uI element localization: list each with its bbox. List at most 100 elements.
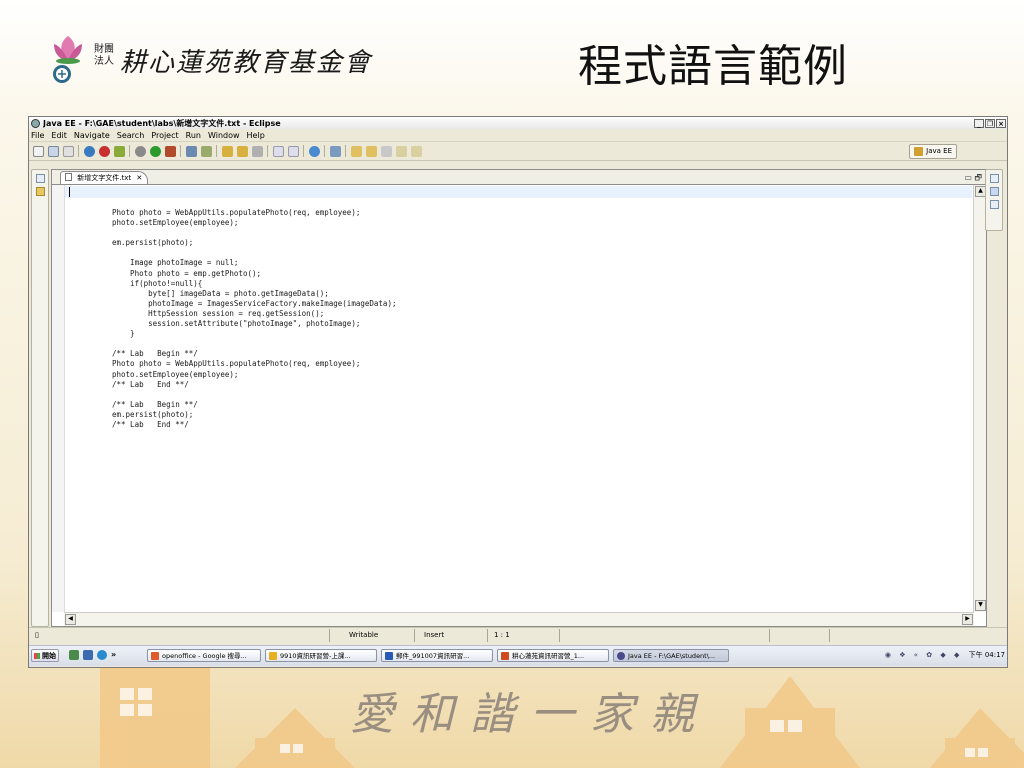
start-button[interactable]: 開始 <box>31 649 59 662</box>
motto-text: 愛和諧一家親 <box>350 689 710 740</box>
menu-help[interactable]: Help <box>247 131 265 140</box>
menu-file[interactable]: File <box>31 131 44 140</box>
menu-project[interactable]: Project <box>151 131 178 140</box>
print-icon[interactable] <box>63 145 74 157</box>
status-separator <box>829 629 830 642</box>
server-icon[interactable] <box>84 145 95 157</box>
deploy-icon[interactable] <box>114 145 125 157</box>
toggle-mark-icon[interactable] <box>273 145 284 157</box>
code-line: } <box>112 329 135 339</box>
next-annotation-icon[interactable] <box>351 145 362 157</box>
perspective-switcher[interactable]: Java EE <box>909 144 957 159</box>
outline-view-icon[interactable] <box>989 187 999 196</box>
status-separator <box>487 629 488 642</box>
task-list-icon[interactable] <box>989 200 999 209</box>
quicklaunch-ie-icon[interactable] <box>97 650 107 660</box>
taskbar-item-course-folder[interactable]: 9910資訊研習營-上課... <box>265 649 377 662</box>
slide-title: 程式語言範例 <box>578 41 848 92</box>
lotus-emblem-icon <box>53 36 82 83</box>
status-bar: ▯ Writable Insert 1 : 1 <box>29 627 1007 644</box>
code-line: Photo photo = emp.getPhoto(); <box>112 268 262 278</box>
eclipse-icon <box>31 118 40 128</box>
previous-annotation-icon[interactable] <box>366 145 377 157</box>
project-explorer-icon[interactable] <box>35 187 45 196</box>
status-cursor-position: 1 : 1 <box>494 631 510 639</box>
menu-navigate[interactable]: Navigate <box>74 131 110 140</box>
debug-server-icon[interactable] <box>99 145 110 157</box>
tray-icons[interactable]: ◉ ❖ « ✿ ◆ ◆ <box>885 651 962 659</box>
menu-window[interactable]: Window <box>208 131 240 140</box>
restore-view-icon[interactable] <box>989 174 999 183</box>
new-wizard-icon[interactable] <box>186 145 197 157</box>
eclipse-icon <box>617 652 625 660</box>
code-line: byte[] imageData = photo.getImageData(); <box>112 288 329 298</box>
code-line: /** Lab End **/ <box>112 419 189 429</box>
tab-new-text-file[interactable]: 新增文字文件.txt ✕ <box>60 171 148 184</box>
taskbar-item-google-search[interactable]: openoffice - Google 搜尋... <box>147 649 261 662</box>
window-title: Java EE - F:\GAE\student\labs\新增文字文件.txt… <box>43 118 281 128</box>
debug-icon[interactable] <box>135 145 146 157</box>
status-separator <box>329 629 330 642</box>
eclipse-window: Java EE - F:\GAE\student\labs\新增文字文件.txt… <box>28 116 1008 668</box>
menu-edit[interactable]: Edit <box>51 131 67 140</box>
external-tools-icon[interactable] <box>165 145 176 157</box>
tab-close-icon[interactable]: ✕ <box>136 174 142 182</box>
toolbar-separator <box>267 145 268 157</box>
toolbar-separator <box>78 145 79 157</box>
show-whitespace-icon[interactable] <box>288 145 299 157</box>
last-edit-icon[interactable] <box>381 145 392 157</box>
taskbar-item-label: Java EE - F:\GAE\student\... <box>628 652 716 660</box>
forward-icon[interactable] <box>411 145 422 157</box>
new-class-icon[interactable] <box>201 145 212 157</box>
tab-label: 新增文字文件.txt <box>77 174 132 182</box>
taskbar-item-word-document[interactable]: 郵件_991007資訊研習... <box>381 649 493 662</box>
search-icon[interactable] <box>252 145 263 157</box>
firefox-icon <box>151 652 159 660</box>
restore-button[interactable]: ❐ <box>985 118 995 128</box>
menu-search[interactable]: Search <box>117 131 144 140</box>
taskbar-item-eclipse[interactable]: Java EE - F:\GAE\student\... <box>613 649 729 662</box>
powerpoint-icon <box>501 652 509 660</box>
toolbar-separator <box>180 145 181 157</box>
editor-view-controls[interactable]: ▭ 🗗 <box>964 172 982 186</box>
code-line: em.persist(photo); <box>112 238 194 248</box>
logo-legal-label: 財團法人 <box>94 44 114 67</box>
menu-run[interactable]: Run <box>186 131 201 140</box>
scroll-left-icon[interactable]: ◀ <box>65 614 76 625</box>
horizontal-scrollbar[interactable]: ◀ ▶ <box>64 612 974 626</box>
code-line: Image photoImage = null; <box>112 258 239 268</box>
vertical-scrollbar[interactable]: ▲ ▼ <box>973 185 986 612</box>
status-indicator-icon[interactable]: ▯ <box>35 631 39 639</box>
open-resource-icon[interactable] <box>237 145 248 157</box>
code-line: photoImage = ImagesServiceFactory.makeIm… <box>112 298 397 308</box>
scroll-down-icon[interactable]: ▼ <box>975 600 986 611</box>
code-text-area[interactable]: Photo photo = WebAppUtils.populatePhoto(… <box>112 208 396 430</box>
new-file-icon[interactable] <box>33 145 44 157</box>
quicklaunch-more-icon[interactable]: » <box>111 650 121 660</box>
back-icon[interactable] <box>396 145 407 157</box>
taskbar-item-powerpoint[interactable]: 耕心蓮苑資訊研習營_1... <box>497 649 609 662</box>
code-line: Photo photo = WebAppUtils.populatePhoto(… <box>112 208 361 217</box>
minimize-button[interactable]: _ <box>974 118 984 128</box>
status-writable: Writable <box>349 631 379 639</box>
system-clock[interactable]: 下午 04:17 <box>969 651 1005 659</box>
toolbar-separator <box>324 145 325 157</box>
windows-taskbar: 開始 » openoffice - Google 搜尋... 9910資訊研習營… <box>29 645 1007 666</box>
foundation-logo: 財團法人 耕心蓮苑教育基金會 <box>46 30 386 90</box>
quicklaunch-explorer-icon[interactable] <box>83 650 93 660</box>
window-titlebar[interactable]: Java EE - F:\GAE\student\labs\新增文字文件.txt… <box>29 117 1007 129</box>
status-insert-mode: Insert <box>424 631 445 639</box>
status-separator <box>414 629 415 642</box>
run-icon[interactable] <box>150 145 161 157</box>
quicklaunch-desktop-icon[interactable] <box>69 650 79 660</box>
scroll-right-icon[interactable]: ▶ <box>962 614 973 625</box>
browser-icon[interactable] <box>309 145 320 157</box>
save-icon[interactable] <box>48 145 59 157</box>
restore-view-icon[interactable] <box>35 174 45 183</box>
pin-editor-icon[interactable] <box>330 145 341 157</box>
code-line: photo.setEmployee(employee); <box>112 369 239 379</box>
close-button[interactable]: × <box>996 118 1006 128</box>
open-type-icon[interactable] <box>222 145 233 157</box>
